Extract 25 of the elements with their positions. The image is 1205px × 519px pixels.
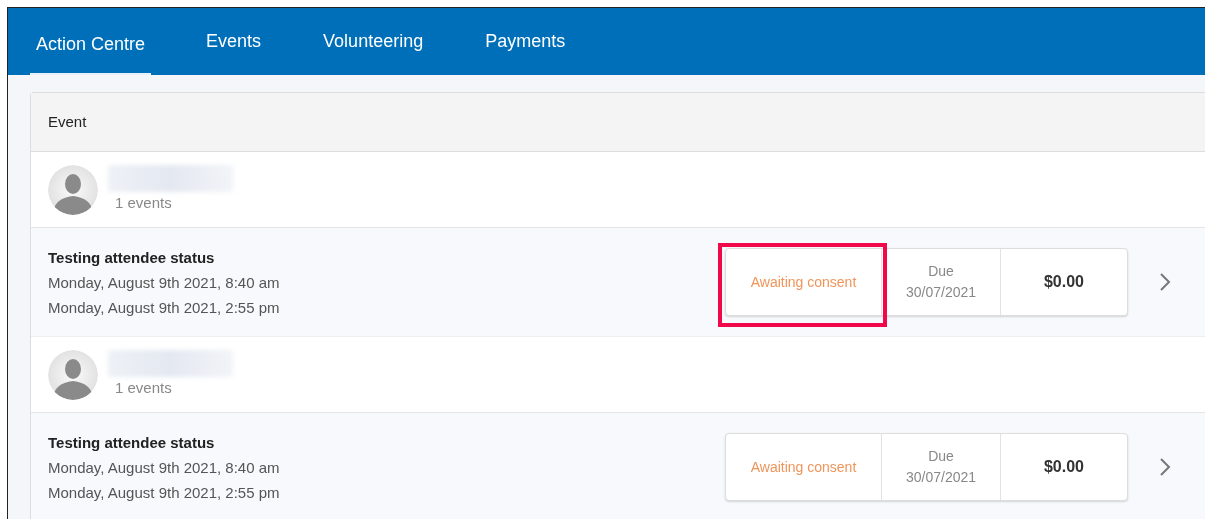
- avatar-icon: [48, 349, 98, 400]
- due-date: 30/07/2021: [904, 468, 978, 487]
- column-header: Event: [48, 111, 87, 132]
- nav-tab[interactable]: Payments: [485, 8, 566, 75]
- event-start-time: Monday, August 9th 2021, 8:40 am: [48, 272, 281, 293]
- event-start-time: Monday, August 9th 2021, 8:40 am: [48, 457, 281, 478]
- event-count: 1 events: [115, 192, 173, 213]
- chevron-right-icon[interactable]: [1158, 457, 1172, 477]
- chevron-right-icon[interactable]: [1158, 272, 1172, 292]
- due-label: Due: [927, 447, 955, 466]
- event-count: 1 events: [115, 377, 173, 398]
- nav-tab[interactable]: Volunteering: [323, 8, 424, 75]
- status-label: Awaiting consent: [749, 272, 858, 292]
- nav-tab[interactable]: Action Centre: [30, 16, 152, 75]
- event-end-time: Monday, August 9th 2021, 2:55 pm: [48, 482, 281, 503]
- avatar-icon: [48, 164, 98, 215]
- due-date: 30/07/2021: [904, 283, 978, 302]
- event-title: Testing attendee status: [48, 432, 216, 453]
- due-label: Due: [927, 262, 955, 281]
- status-label: Awaiting consent: [749, 457, 858, 477]
- event-end-time: Monday, August 9th 2021, 2:55 pm: [48, 297, 281, 318]
- amount: $0.00: [1042, 272, 1085, 292]
- nav-tab[interactable]: Events: [206, 8, 262, 75]
- event-title: Testing attendee status: [48, 247, 216, 268]
- amount: $0.00: [1042, 457, 1085, 477]
